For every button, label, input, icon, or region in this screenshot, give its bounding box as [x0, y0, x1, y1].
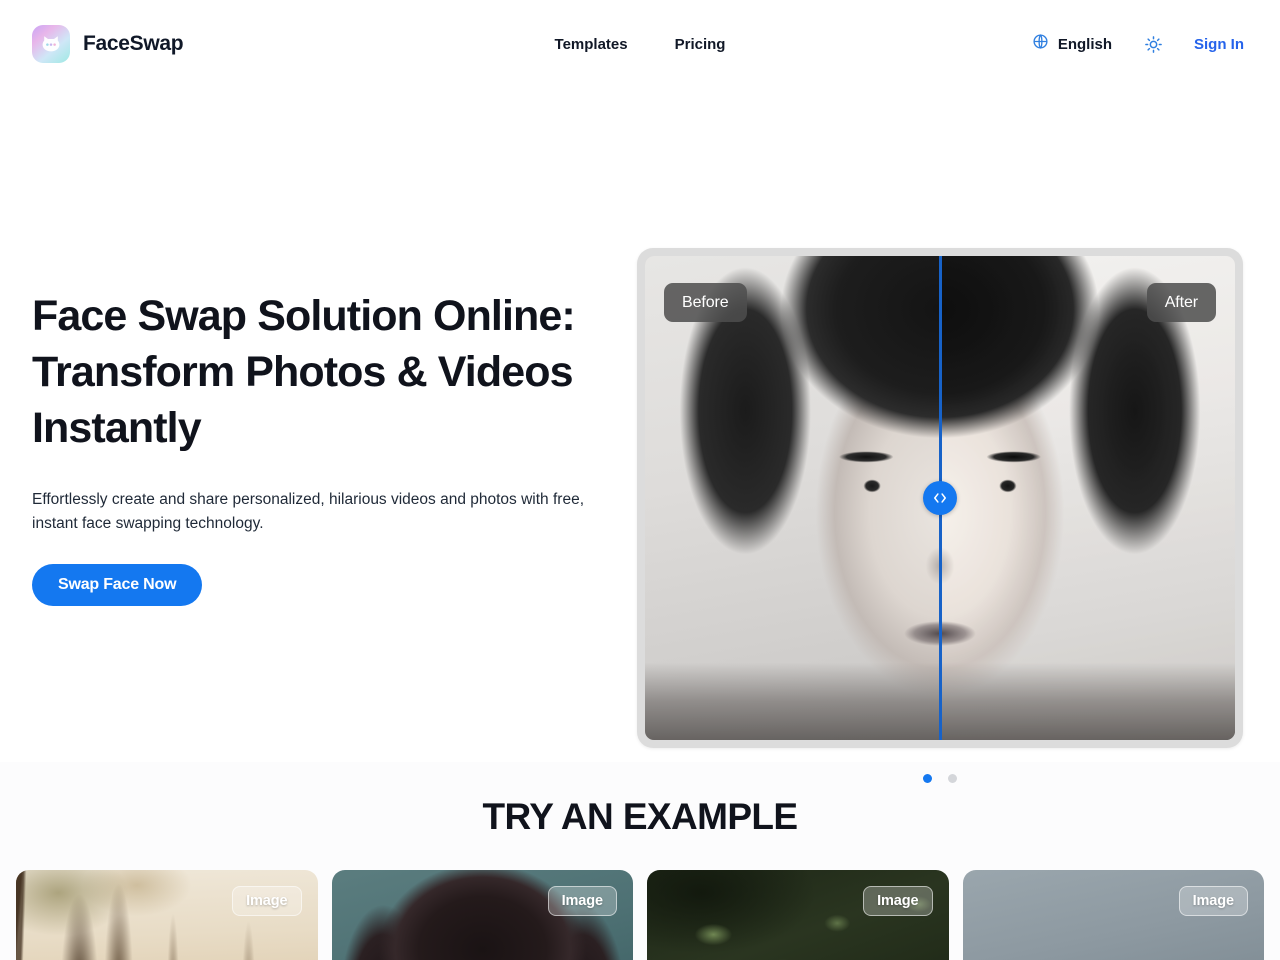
before-label-chip: Before: [664, 283, 747, 322]
swap-face-now-button[interactable]: Swap Face Now: [32, 564, 203, 606]
sign-in-link[interactable]: Sign In: [1194, 36, 1244, 53]
image-badge: Image: [547, 886, 617, 916]
after-label-chip: After: [1146, 283, 1216, 322]
example-card-crown[interactable]: Image: [962, 870, 1264, 960]
comparison-stage: Before After: [645, 256, 1235, 740]
before-after-comparison[interactable]: Before After: [637, 248, 1243, 748]
carousel-dot-1[interactable]: [923, 774, 932, 783]
nav-link-templates[interactable]: Templates: [555, 36, 628, 53]
hero-section: Face Swap Solution Online: Transform Pho…: [0, 88, 1280, 783]
hero-copy: Face Swap Solution Online: Transform Pho…: [32, 148, 592, 606]
example-card-portrait[interactable]: Image: [331, 870, 633, 960]
cat-face-logo-icon: [32, 25, 70, 63]
hero-media: Before After: [632, 148, 1248, 783]
section-title: TRY AN EXAMPLE: [482, 796, 798, 837]
left-right-chevrons-icon: [934, 493, 946, 503]
comparison-slider-handle[interactable]: [923, 481, 957, 515]
language-label: English: [1057, 35, 1112, 53]
example-card-forest[interactable]: Image: [16, 870, 318, 960]
language-selector[interactable]: English: [1032, 33, 1112, 55]
try-an-example-section: TRY AN EXAMPLE Image Image Image Image: [0, 762, 1280, 960]
hero-subtitle: Effortlessly create and share personaliz…: [32, 491, 584, 532]
carousel-dots: [923, 774, 957, 783]
examples-grid: Image Image Image Image: [0, 870, 1280, 960]
image-badge: Image: [863, 886, 933, 916]
carousel-dot-2[interactable]: [948, 774, 957, 783]
example-card-leaves[interactable]: Image: [647, 870, 949, 960]
page-title: Face Swap Solution Online: Transform Pho…: [32, 292, 576, 452]
brand-logo-link[interactable]: FaceSwap: [32, 25, 184, 63]
site-header: FaceSwap Templates Pricing English Sign …: [0, 0, 1280, 88]
header-actions: English Sign In: [1032, 33, 1248, 55]
sun-icon[interactable]: [1142, 33, 1164, 55]
primary-nav: Templates Pricing: [555, 36, 726, 53]
brand-name: FaceSwap: [83, 32, 184, 55]
globe-icon: [1032, 33, 1049, 55]
nav-link-pricing[interactable]: Pricing: [675, 36, 726, 53]
image-badge: Image: [1178, 886, 1248, 916]
image-badge: Image: [232, 886, 302, 916]
